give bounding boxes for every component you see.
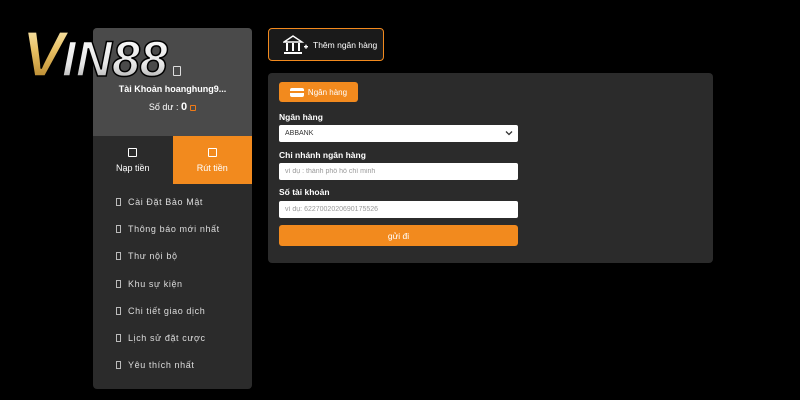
sidebar-item-label: Chi tiết giao dịch	[128, 305, 206, 316]
bank-tab-label: Ngân hàng	[307, 87, 348, 97]
submit-button[interactable]: gửi đi	[279, 225, 518, 246]
tab-deposit-label: Nạp tiền	[115, 162, 150, 173]
menu-bullet-icon	[116, 279, 121, 288]
sidebar-item-label: Khu sự kiện	[128, 278, 183, 289]
menu-bullet-icon	[116, 197, 121, 206]
menu-bullet-icon	[116, 334, 121, 343]
withdraw-icon	[207, 147, 217, 157]
sidebar-item-label: Cài Đặt Bảo Mật	[128, 196, 204, 207]
tab-withdraw-label: Rút tiền	[196, 162, 228, 173]
sidebar-item-favorites[interactable]: Yêu thích nhất	[93, 352, 252, 379]
bank-select-value: ABBANK	[285, 130, 314, 137]
account-number-label: Số tài khoản	[279, 187, 330, 197]
sidebar-item-security[interactable]: Cài Đặt Bảo Mật	[93, 188, 252, 215]
bank-form-panel: Ngân hàng Ngân hàng ABBANK Chi nhánh ngâ…	[268, 73, 713, 263]
sidebar-item-events[interactable]: Khu sự kiện	[93, 270, 252, 297]
bank-tab-pill[interactable]: Ngân hàng	[279, 82, 358, 102]
menu-bullet-icon	[116, 306, 121, 315]
menu-bullet-icon	[116, 224, 121, 233]
sidebar-item-label: Thư nội bộ	[128, 251, 178, 262]
card-icon	[289, 87, 304, 97]
vin88-logo: V IN88	[21, 17, 242, 91]
sidebar-item-label: Lịch sử đặt cược	[128, 333, 206, 344]
balance: Số dư : 0	[93, 101, 252, 113]
bank-select-label: Ngân hàng	[279, 112, 323, 122]
balance-value: 0	[180, 101, 188, 113]
sidebar-item-bet-history[interactable]: Lịch sử đặt cược	[93, 324, 252, 351]
account-number-field[interactable]	[279, 201, 518, 218]
add-bank-button[interactable]: Thêm ngân hàng	[268, 28, 384, 61]
deposit-icon	[128, 147, 138, 157]
sidebar-item-inbox[interactable]: Thư nội bộ	[93, 243, 252, 270]
tab-withdraw[interactable]: Rút tiền	[172, 136, 252, 184]
tab-deposit[interactable]: Nạp tiền	[93, 136, 173, 184]
logo-letters-in88: IN88	[62, 31, 168, 86]
vin88-logo-mark: V IN88	[21, 17, 168, 91]
sidebar-item-transactions[interactable]: Chi tiết giao dịch	[93, 297, 252, 324]
wallet-tabs: Nạp tiền Rút tiền	[93, 136, 252, 184]
sidebar-item-label: Thông báo mới nhất	[128, 223, 220, 234]
sidebar-menu: Cài Đặt Bảo Mật Thông báo mới nhất Thư n…	[93, 188, 252, 379]
account-number-input[interactable]	[285, 206, 512, 213]
menu-bullet-icon	[116, 361, 121, 370]
balance-label: Số dư :	[148, 102, 181, 112]
coin-icon	[190, 104, 197, 111]
branch-input[interactable]	[285, 168, 512, 175]
sidebar-item-label: Yêu thích nhất	[128, 360, 195, 371]
branch-label: Chi nhánh ngân hàng	[279, 150, 366, 160]
menu-bullet-icon	[116, 252, 121, 261]
add-bank-label: Thêm ngân hàng	[313, 39, 378, 50]
chevron-down-icon	[505, 131, 513, 136]
bank-plus-icon	[283, 34, 308, 54]
branch-field[interactable]	[279, 163, 518, 180]
sidebar-item-notifications[interactable]: Thông báo mới nhất	[93, 215, 252, 242]
bank-select[interactable]: ABBANK	[279, 125, 518, 142]
